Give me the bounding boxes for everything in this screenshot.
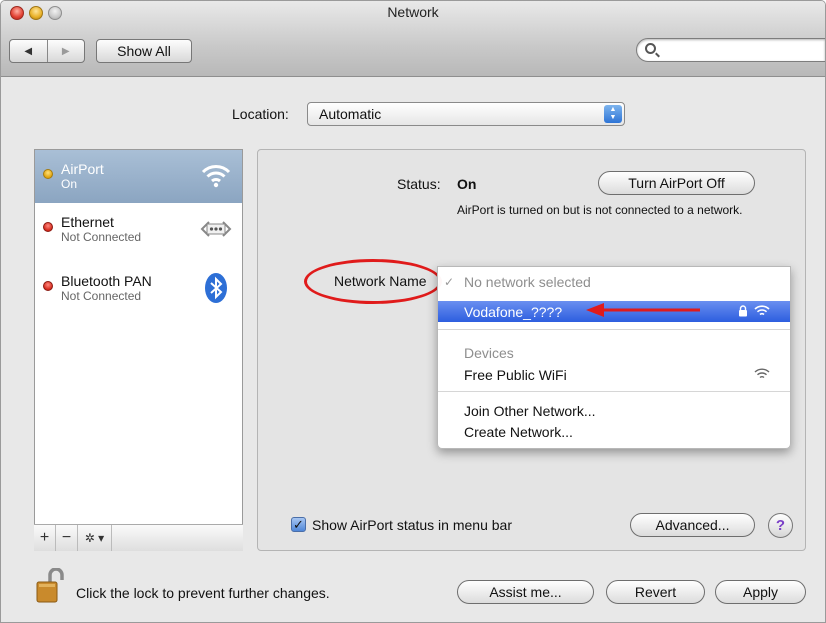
forward-button[interactable]: ▶: [46, 40, 85, 62]
sidebar-toolbar: + − ✲ ▾: [34, 524, 243, 551]
ethernet-icon: [200, 221, 232, 237]
annotation-circle: [304, 259, 442, 304]
location-label: Location:: [232, 106, 289, 122]
title-toolbar: Network ◀ ▶ Show All: [1, 1, 825, 77]
add-service-button[interactable]: +: [34, 525, 56, 551]
menu-item-join-other-network[interactable]: Join Other Network...: [438, 400, 790, 421]
menu-separator: [438, 329, 790, 330]
wifi-signal-icon: [754, 305, 770, 316]
network-preferences-window: Network ◀ ▶ Show All Location: Automatic…: [0, 0, 826, 623]
lock-icon[interactable]: [35, 568, 67, 604]
show-status-label: Show AirPort status in menu bar: [312, 517, 512, 533]
apply-button[interactable]: Apply: [715, 580, 806, 604]
menu-item-label: Create Network...: [464, 423, 573, 440]
search-icon: [645, 43, 656, 54]
location-value: Automatic: [319, 106, 382, 122]
status-value: On: [457, 176, 477, 192]
lock-icon: [739, 305, 747, 317]
status-dot-icon: [43, 281, 53, 291]
menu-item-label: Join Other Network...: [464, 402, 596, 419]
service-item-airport[interactable]: AirPort On: [35, 150, 242, 203]
menu-item-label: Free Public WiFi: [464, 366, 567, 383]
status-dot-icon: [43, 222, 53, 232]
show-all-button[interactable]: Show All: [96, 39, 192, 63]
menu-item-current-network[interactable]: ✓ No network selected: [438, 271, 790, 292]
advanced-button[interactable]: Advanced...: [630, 513, 755, 537]
menu-item-label: No network selected: [464, 273, 591, 290]
wifi-icon: [201, 165, 231, 188]
action-menu-button[interactable]: ✲ ▾: [78, 525, 112, 551]
assist-me-button[interactable]: Assist me...: [457, 580, 594, 604]
checkmark-icon: ✓: [444, 274, 455, 289]
menu-item-label: Vodafone_????: [464, 303, 563, 320]
menu-item-free-public-wifi[interactable]: Free Public WiFi: [438, 364, 790, 385]
status-description: AirPort is turned on but is not connecte…: [457, 203, 743, 217]
service-item-ethernet[interactable]: Ethernet Not Connected: [35, 203, 242, 262]
location-select[interactable]: Automatic ▲ ▼: [307, 102, 625, 126]
remove-service-button[interactable]: −: [56, 525, 78, 551]
menu-header-label: Devices: [464, 344, 514, 361]
network-name-menu: ✓ No network selected Vodafone_???? Devi…: [437, 266, 791, 449]
search-field[interactable]: [636, 38, 825, 62]
service-item-bluetooth-pan[interactable]: Bluetooth PAN Not Connected: [35, 262, 242, 321]
popup-arrows-icon: ▲ ▼: [604, 105, 622, 123]
help-button[interactable]: ?: [768, 513, 793, 538]
lock-message: Click the lock to prevent further change…: [76, 585, 330, 601]
menu-header-devices: Devices: [438, 342, 790, 363]
annotation-arrow-icon: [586, 303, 700, 317]
show-status-checkbox[interactable]: ✓: [291, 517, 306, 532]
menu-separator: [438, 391, 790, 392]
turn-airport-off-button[interactable]: Turn AirPort Off: [598, 171, 755, 195]
status-dot-icon: [43, 169, 53, 179]
bluetooth-icon: [205, 273, 227, 303]
service-list: AirPort On Ethernet Not Connected Blueto…: [34, 149, 243, 551]
back-forward-control: ◀ ▶: [9, 39, 85, 63]
menu-item-create-network[interactable]: Create Network...: [438, 421, 790, 442]
window-title: Network: [387, 4, 439, 20]
wifi-signal-icon: [754, 368, 770, 379]
status-label: Status:: [397, 176, 441, 192]
back-button[interactable]: ◀: [10, 40, 47, 62]
revert-button[interactable]: Revert: [606, 580, 705, 604]
